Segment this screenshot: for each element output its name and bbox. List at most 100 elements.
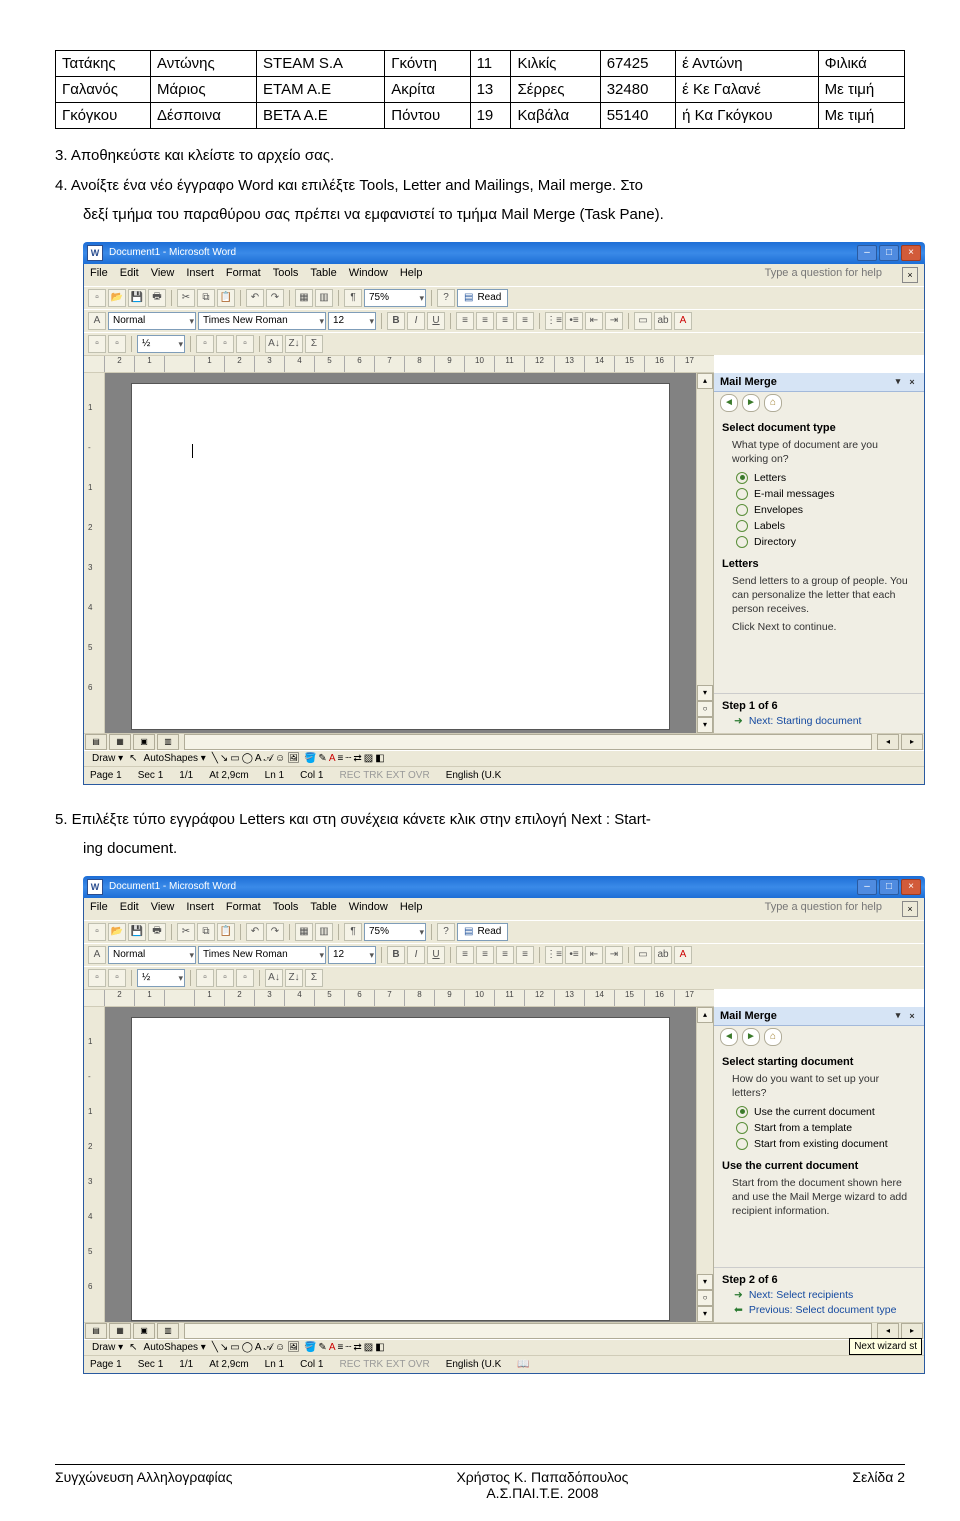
zoom-combo[interactable]: 75% <box>364 289 426 307</box>
tool-icon[interactable]: ▫ <box>196 335 214 353</box>
menu-insert[interactable]: Insert <box>186 267 214 283</box>
menu-tools[interactable]: Tools <box>273 901 299 917</box>
fraction-combo[interactable]: ½ <box>137 969 185 987</box>
redo-icon[interactable]: ↷ <box>266 289 284 307</box>
view-buttons-row[interactable]: ▤▦▣▥ ◂▸ <box>84 1322 924 1339</box>
forward-icon[interactable]: ► <box>742 1028 760 1046</box>
columns-icon[interactable]: ▥ <box>315 923 333 941</box>
scroll-right-icon[interactable]: ▸ <box>901 734 923 750</box>
home-icon[interactable]: ⌂ <box>764 394 782 412</box>
open-icon[interactable]: 📂 <box>108 923 126 941</box>
picture-icon[interactable]: 🖼 <box>287 1342 300 1353</box>
align-left-icon[interactable]: ≡ <box>456 312 474 330</box>
maximize-button[interactable]: □ <box>879 245 899 261</box>
close-pane-icon[interactable]: × <box>906 1010 918 1022</box>
style-combo[interactable]: Normal <box>108 946 196 964</box>
sort-asc-icon[interactable]: A↓ <box>265 969 283 987</box>
font-color-icon[interactable]: A <box>674 312 692 330</box>
fill-icon[interactable]: 🪣 <box>304 1342 316 1353</box>
menu-view[interactable]: View <box>151 901 175 917</box>
rect-icon[interactable]: ▭ <box>230 1342 239 1353</box>
tool-icon[interactable]: ▫ <box>88 335 106 353</box>
line-color-icon[interactable]: ✎ <box>318 1342 326 1353</box>
draw-menu[interactable]: Draw ▾ <box>88 1342 127 1353</box>
menu-file[interactable]: File <box>90 267 108 283</box>
oval-icon[interactable]: ◯ <box>242 753 253 764</box>
tool-icon[interactable]: ▫ <box>236 969 254 987</box>
line-icon[interactable]: ╲ <box>212 753 218 764</box>
paste-icon[interactable]: 📋 <box>217 289 235 307</box>
picture-icon[interactable]: 🖼 <box>287 753 300 764</box>
line-style-icon[interactable]: ≡ <box>337 1342 343 1353</box>
align-center-icon[interactable]: ≡ <box>476 946 494 964</box>
menu-table[interactable]: Table <box>310 901 336 917</box>
font-combo[interactable]: Times New Roman <box>198 312 326 330</box>
border-icon[interactable]: ▭ <box>634 946 652 964</box>
font-color-icon[interactable]: A <box>674 946 692 964</box>
align-center-icon[interactable]: ≡ <box>476 312 494 330</box>
menu-view[interactable]: View <box>151 267 175 283</box>
horizontal-scrollbar[interactable] <box>184 734 872 750</box>
table-icon[interactable]: ▦ <box>295 289 313 307</box>
formatting-toolbar[interactable]: A Normal Times New Roman 12 BIU ≡≡≡≡ ⋮≡•… <box>84 309 924 332</box>
radio-directory[interactable]: Directory <box>714 534 924 550</box>
bold-icon[interactable]: B <box>387 946 405 964</box>
menu-insert[interactable]: Insert <box>186 901 214 917</box>
close-button[interactable]: × <box>901 245 921 261</box>
menu-help[interactable]: Help <box>400 901 423 917</box>
doc-close-button[interactable]: × <box>902 267 918 283</box>
horizontal-scrollbar[interactable] <box>184 1323 872 1339</box>
help-search[interactable]: Type a question for help <box>765 267 882 283</box>
cut-icon[interactable]: ✂ <box>177 923 195 941</box>
arrow-icon[interactable]: ↘ <box>220 1342 228 1353</box>
underline-icon[interactable]: U <box>427 312 445 330</box>
redo-icon[interactable]: ↷ <box>266 923 284 941</box>
tool-icon[interactable]: ▫ <box>108 335 126 353</box>
tool-icon[interactable]: ▫ <box>236 335 254 353</box>
justify-icon[interactable]: ≡ <box>516 946 534 964</box>
formatting-toolbar[interactable]: A Normal Times New Roman 12 BIU ≡≡≡≡ ⋮≡•… <box>84 943 924 966</box>
textbox-icon[interactable]: A <box>255 1342 262 1353</box>
help-icon[interactable]: ? <box>437 289 455 307</box>
menu-file[interactable]: File <box>90 901 108 917</box>
next-link[interactable]: ➜Next: Select recipients <box>722 1286 916 1301</box>
style-icon[interactable]: A <box>88 946 106 964</box>
radio-labels[interactable]: Labels <box>714 518 924 534</box>
scroll-left-icon[interactable]: ◂ <box>877 1323 899 1339</box>
oval-icon[interactable]: ◯ <box>242 1342 253 1353</box>
menu-help[interactable]: Help <box>400 267 423 283</box>
clipart-icon[interactable]: ☺ <box>275 753 285 764</box>
style-icon[interactable]: A <box>88 312 106 330</box>
tool-icon[interactable]: ▫ <box>108 969 126 987</box>
fraction-combo[interactable]: ½ <box>137 335 185 353</box>
line-icon[interactable]: ╲ <box>212 1342 218 1353</box>
sum-icon[interactable]: Σ <box>305 969 323 987</box>
italic-icon[interactable]: I <box>407 312 425 330</box>
tool-icon[interactable]: ▫ <box>88 969 106 987</box>
drawing-toolbar[interactable]: Draw ▾ ↖ AutoShapes ▾ ╲↘▭◯ A𝒜☺🖼 🪣✎A ≡┈⇄▨… <box>84 1339 924 1355</box>
horizontal-ruler[interactable]: 211234567891011121314151617 <box>84 355 714 373</box>
sort-asc-icon[interactable]: A↓ <box>265 335 283 353</box>
view-outline-icon[interactable]: ▥ <box>157 1323 179 1339</box>
previous-link[interactable]: ⬅Previous: Select document type <box>722 1301 916 1316</box>
dash-icon[interactable]: ┈ <box>345 1342 351 1353</box>
clipart-icon[interactable]: ☺ <box>275 1342 285 1353</box>
menu-format[interactable]: Format <box>226 901 261 917</box>
vertical-ruler[interactable]: 1-123456 <box>84 373 105 733</box>
view-normal-icon[interactable]: ▤ <box>85 734 107 750</box>
undo-icon[interactable]: ↶ <box>246 289 264 307</box>
maximize-button[interactable]: □ <box>879 879 899 895</box>
tool-icon[interactable]: ▫ <box>216 335 234 353</box>
autoshapes-menu[interactable]: AutoShapes ▾ <box>140 1342 210 1353</box>
minimize-button[interactable]: ‒ <box>857 879 877 895</box>
sort-desc-icon[interactable]: Z↓ <box>285 969 303 987</box>
document-area[interactable] <box>105 373 696 733</box>
style-combo[interactable]: Normal <box>108 312 196 330</box>
font-combo[interactable]: Times New Roman <box>198 946 326 964</box>
view-normal-icon[interactable]: ▤ <box>85 1323 107 1339</box>
indent-inc-icon[interactable]: ⇥ <box>605 312 623 330</box>
read-button[interactable]: ▤Read <box>457 289 508 307</box>
tool-icon[interactable]: ▫ <box>196 969 214 987</box>
view-outline-icon[interactable]: ▥ <box>157 734 179 750</box>
new-icon[interactable]: ▫ <box>88 923 106 941</box>
